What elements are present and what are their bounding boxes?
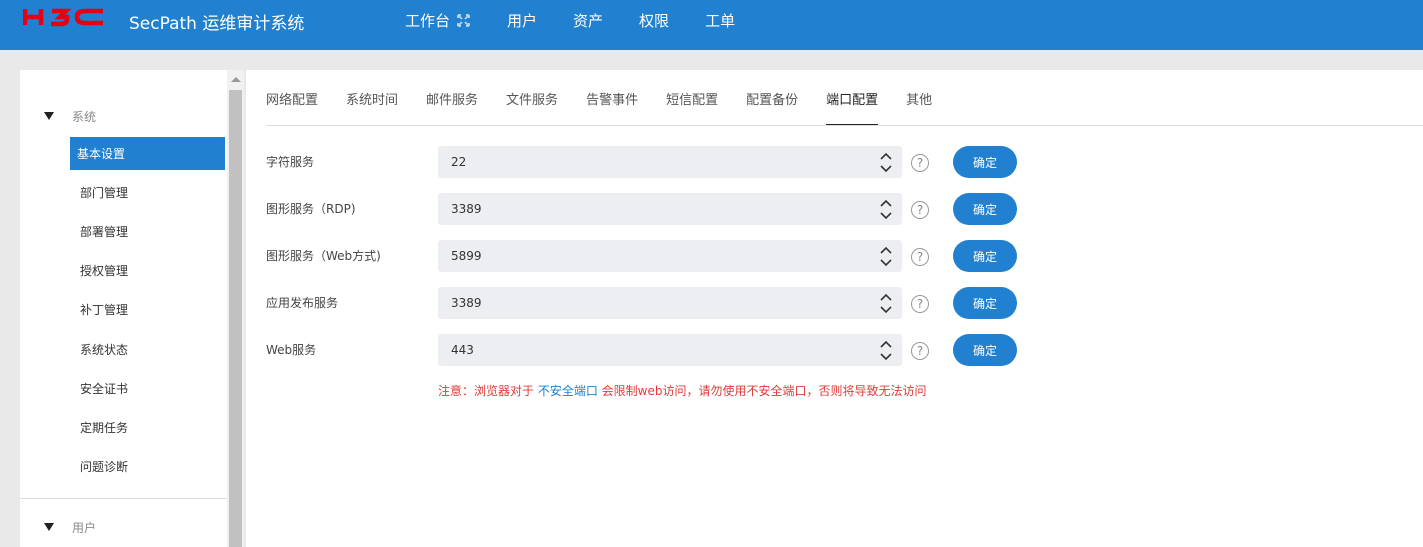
- chevron-down-icon[interactable]: [877, 256, 895, 270]
- help-icon[interactable]: ?: [911, 342, 929, 360]
- chevron-up-icon[interactable]: [877, 337, 895, 351]
- top-nav: 工作台 用户 资产 权限 工单: [405, 10, 771, 31]
- caret-down-icon: [44, 112, 54, 120]
- sidebar-item-certificates[interactable]: 安全证书: [70, 372, 225, 405]
- port-input[interactable]: [438, 146, 902, 178]
- notice-suffix: 会限制web访问，请勿使用不安全端口，否则将导致无法访问: [597, 384, 927, 398]
- sidebar-item-license[interactable]: 授权管理: [70, 254, 225, 287]
- port-row-app-publish: 应用发布服务 ? 确定: [266, 287, 1066, 319]
- nav-tickets[interactable]: 工单: [705, 10, 735, 31]
- port-input[interactable]: [438, 287, 902, 319]
- sidebar-group-label: 用户: [72, 520, 97, 535]
- tab-ports[interactable]: 端口配置: [826, 70, 879, 126]
- tab-mail[interactable]: 邮件服务: [426, 70, 478, 126]
- port-input[interactable]: [438, 240, 902, 272]
- confirm-button[interactable]: 确定: [953, 334, 1017, 366]
- port-input[interactable]: [438, 193, 902, 225]
- port-row-character: 字符服务 ? 确定: [266, 146, 1066, 178]
- tab-network[interactable]: 网络配置: [266, 70, 318, 126]
- main-panel: 网络配置 系统时间 邮件服务 文件服务 告警事件 短信配置 配置备份 端口配置 …: [246, 70, 1423, 547]
- help-icon[interactable]: ?: [911, 154, 929, 172]
- app-title: SecPath 运维审计系统: [129, 14, 305, 34]
- port-input[interactable]: [438, 334, 902, 366]
- sidebar-item-diagnostics[interactable]: 问题诊断: [70, 450, 225, 483]
- scroll-thumb[interactable]: [229, 90, 242, 547]
- chevron-up-icon[interactable]: [877, 243, 895, 257]
- chevron-up-icon[interactable]: [877, 196, 895, 210]
- tab-alarm[interactable]: 告警事件: [586, 70, 638, 126]
- confirm-button[interactable]: 确定: [953, 287, 1017, 319]
- confirm-button[interactable]: 确定: [953, 146, 1017, 178]
- chevron-up-icon[interactable]: [877, 290, 895, 304]
- sidebar-item-system-status[interactable]: 系统状态: [70, 333, 225, 366]
- settings-tabs: 网络配置 系统时间 邮件服务 文件服务 告警事件 短信配置 配置备份 端口配置 …: [266, 70, 960, 126]
- tab-backup[interactable]: 配置备份: [746, 70, 798, 126]
- sidebar-scrollbar[interactable]: [227, 70, 244, 547]
- tab-file[interactable]: 文件服务: [506, 70, 558, 126]
- nav-assets[interactable]: 资产: [573, 10, 603, 31]
- h3c-logo: [23, 8, 103, 27]
- port-label: Web服务: [266, 343, 317, 357]
- tab-system-time[interactable]: 系统时间: [346, 70, 398, 126]
- sidebar: 系统 基本设置 部门管理 部署管理 授权管理 补丁管理 系统状态 安全证书 定期…: [20, 70, 227, 547]
- notice-prefix: 注意：浏览器对于: [438, 384, 538, 398]
- sidebar-group-label: 系统: [72, 109, 97, 124]
- port-row-web: Web服务 ? 确定: [266, 334, 1066, 366]
- nav-workbench-label: 工作台: [405, 12, 451, 30]
- sidebar-item-patches[interactable]: 补丁管理: [70, 293, 225, 326]
- port-row-rdp: 图形服务（RDP) ? 确定: [266, 193, 1066, 225]
- sidebar-group-system[interactable]: 系统: [20, 104, 227, 128]
- nav-permissions[interactable]: 权限: [639, 10, 669, 31]
- sidebar-item-deployment[interactable]: 部署管理: [70, 215, 225, 248]
- port-label: 应用发布服务: [266, 296, 339, 310]
- caret-down-icon: [44, 523, 54, 531]
- sidebar-item-departments[interactable]: 部门管理: [70, 176, 225, 209]
- tab-other[interactable]: 其他: [906, 70, 932, 126]
- confirm-button[interactable]: 确定: [953, 193, 1017, 225]
- unsafe-ports-link[interactable]: 不安全端口: [538, 384, 598, 398]
- chevron-down-icon[interactable]: [877, 209, 895, 223]
- port-notice: 注意：浏览器对于 不安全端口 会限制web访问，请勿使用不安全端口，否则将导致无…: [438, 382, 926, 399]
- expand-icon[interactable]: [456, 13, 471, 28]
- sidebar-divider: [20, 498, 227, 499]
- chevron-down-icon[interactable]: [877, 162, 895, 176]
- sidebar-item-scheduled-tasks[interactable]: 定期任务: [70, 411, 225, 444]
- top-bar: SecPath 运维审计系统 工作台 用户 资产 权限 工单: [0, 0, 1423, 50]
- tab-sms[interactable]: 短信配置: [666, 70, 718, 126]
- nav-users[interactable]: 用户: [507, 10, 537, 31]
- help-icon[interactable]: ?: [911, 295, 929, 313]
- chevron-up-icon[interactable]: [877, 149, 895, 163]
- nav-workbench[interactable]: 工作台: [405, 10, 471, 31]
- tabs-divider: [266, 125, 1423, 126]
- port-label: 图形服务（RDP): [266, 202, 356, 216]
- port-row-web-graphic: 图形服务（Web方式) ? 确定: [266, 240, 1066, 272]
- port-label: 图形服务（Web方式): [266, 249, 381, 263]
- scroll-up-arrow-icon[interactable]: [231, 77, 241, 82]
- confirm-button[interactable]: 确定: [953, 240, 1017, 272]
- help-icon[interactable]: ?: [911, 248, 929, 266]
- sidebar-group-users[interactable]: 用户: [20, 515, 227, 539]
- chevron-down-icon[interactable]: [877, 303, 895, 317]
- port-label: 字符服务: [266, 155, 315, 169]
- chevron-down-icon[interactable]: [877, 350, 895, 364]
- sidebar-item-basic-settings[interactable]: 基本设置: [70, 137, 225, 170]
- help-icon[interactable]: ?: [911, 201, 929, 219]
